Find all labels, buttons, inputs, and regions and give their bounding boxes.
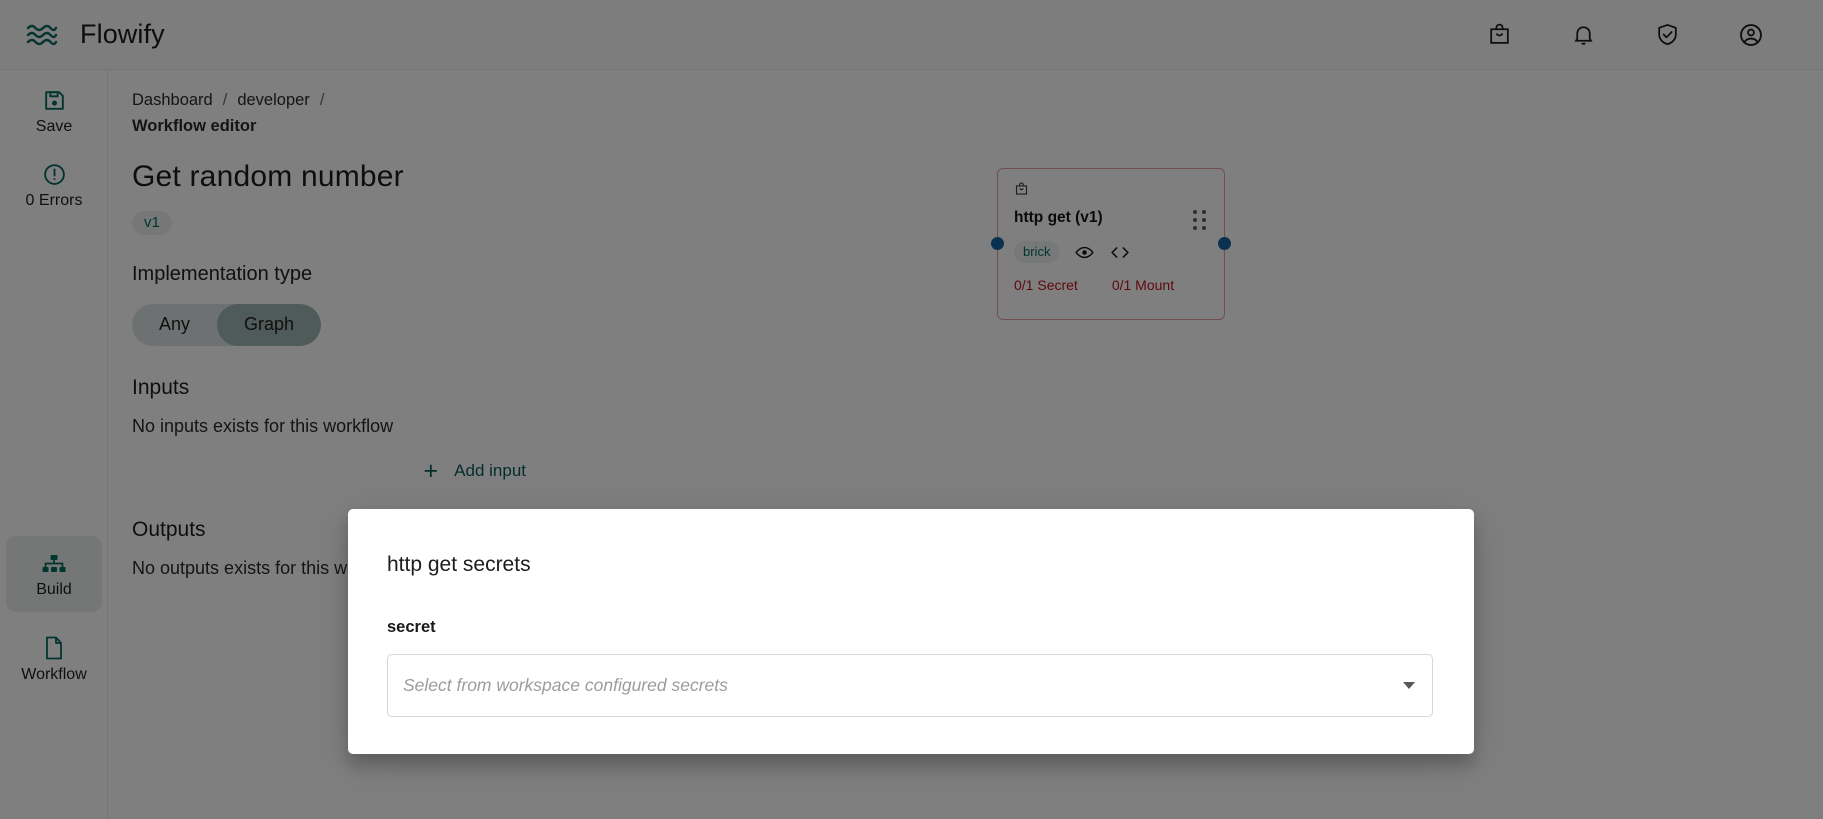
app-root: Flowify <box>0 0 1823 819</box>
chevron-down-icon <box>1403 682 1415 689</box>
secret-select-placeholder: Select from workspace configured secrets <box>403 675 728 695</box>
dialog-title: http get secrets <box>387 553 531 576</box>
secret-field-label: secret <box>387 618 436 636</box>
secret-select[interactable]: Select from workspace configured secrets <box>387 654 1433 717</box>
secrets-dialog: http get secrets secret Select from work… <box>348 509 1474 754</box>
